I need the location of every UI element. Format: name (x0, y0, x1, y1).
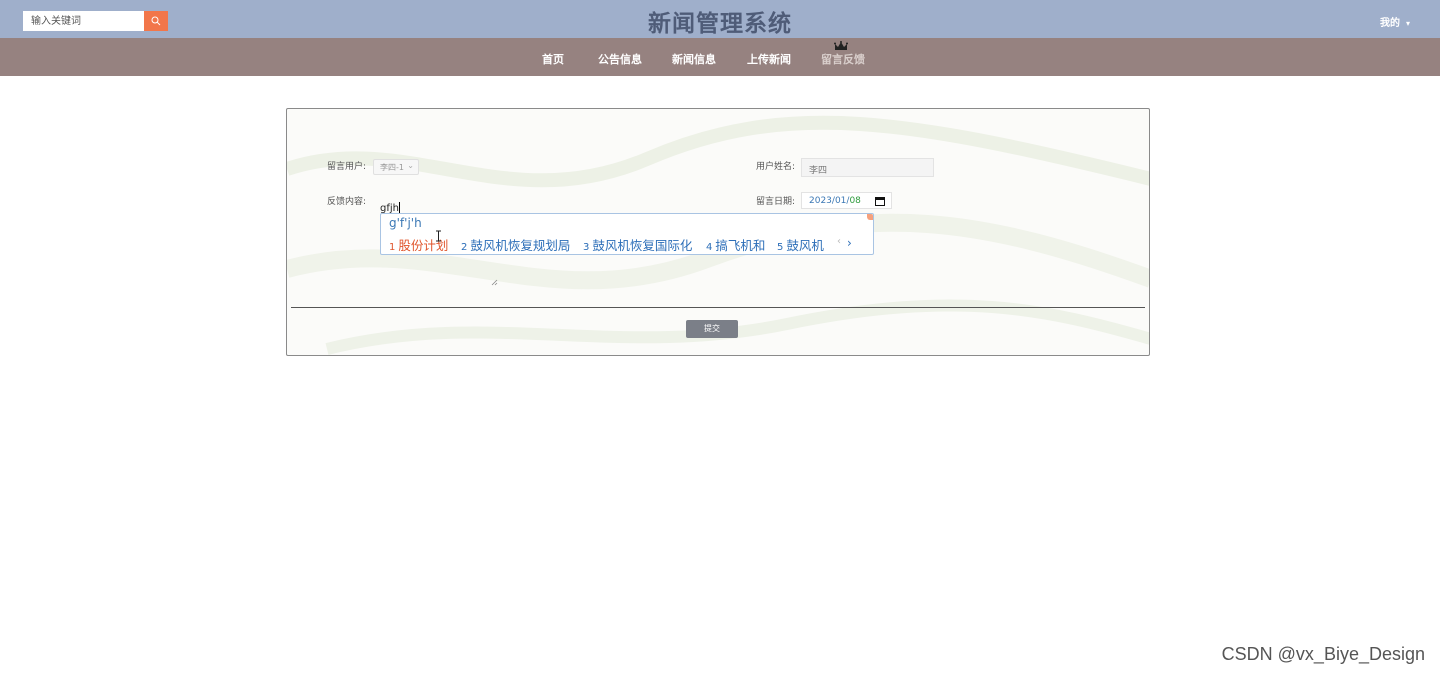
nav-item-feedback[interactable]: 留言反馈 (821, 51, 865, 67)
user-label: 留言用户: (327, 162, 367, 172)
top-header-bar: 新闻管理系统 我的 ▾ (0, 0, 1440, 38)
ime-candidate-number: 4 (706, 242, 713, 253)
name-field-value: 李四 (809, 166, 828, 176)
text-caret (398, 202, 400, 213)
ime-candidate-window: g'f'j'h 1 股份计划 2 鼓风机恢复规划局 3 鼓风机恢复国际化 4 搞飞机和 … (380, 213, 874, 255)
calendar-icon[interactable] (875, 196, 885, 206)
submit-button[interactable]: 提交 (686, 320, 738, 338)
ime-candidate-text: 鼓风机恢复规划局 (470, 238, 571, 253)
ime-next-page-icon[interactable]: › (847, 236, 852, 250)
site-title: 新闻管理系统 (648, 11, 792, 37)
ime-candidate-3[interactable]: 3 鼓风机恢复国际化 (583, 235, 692, 254)
ime-candidate-number: 5 (777, 242, 784, 253)
user-select[interactable]: 李四-1 ⌄ (373, 159, 419, 175)
ime-candidate-text: 鼓风机 (786, 238, 824, 253)
ime-candidate-text: 鼓风机恢复国际化 (592, 238, 693, 253)
watermark: CSDN @vx_Biye_Design (1221, 644, 1425, 664)
ime-candidate-4[interactable]: 4 搞飞机和 (706, 235, 765, 254)
content-label: 反馈内容: (327, 197, 367, 207)
form-divider (291, 307, 1145, 308)
ime-pinyin: g'f'j'h (389, 216, 422, 230)
user-menu[interactable]: 我的 ▾ (1380, 14, 1410, 29)
chevron-down-icon: ▾ (1405, 19, 1410, 28)
ime-candidate-2[interactable]: 2 鼓风机恢复规划局 (461, 235, 570, 254)
ime-prev-page-icon[interactable]: ‹ (837, 236, 841, 247)
chevron-down-icon: ⌄ (407, 161, 414, 170)
ime-candidate-number: 3 (583, 242, 590, 253)
name-label: 用户姓名: (756, 162, 796, 172)
ime-candidate-number: 1 (389, 242, 396, 253)
user-menu-label: 我的 (1379, 18, 1400, 29)
date-month: 01 (834, 196, 847, 206)
resize-grip-icon[interactable] (491, 279, 498, 286)
user-select-value: 李四-1 (380, 163, 404, 172)
date-input[interactable]: 2023/01/08 (801, 192, 892, 209)
ime-candidate-number: 2 (461, 242, 468, 253)
main-navbar: 首页 公告信息 新闻信息 上传新闻 留言反馈 (0, 38, 1440, 76)
text-cursor-icon (436, 230, 441, 242)
date-day: 08 (849, 196, 861, 206)
crown-icon (834, 41, 848, 50)
nav-item-announcements[interactable]: 公告信息 (598, 51, 642, 67)
ime-candidate-text: 搞飞机和 (715, 238, 766, 253)
nav-item-upload-news[interactable]: 上传新闻 (747, 51, 791, 67)
nav-item-home[interactable]: 首页 (542, 51, 564, 67)
ime-candidate-5[interactable]: 5 鼓风机 (777, 235, 824, 254)
ime-corner-marker (867, 214, 873, 220)
name-field[interactable]: 李四 (801, 158, 934, 177)
date-year: 2023 (809, 196, 832, 206)
date-label: 留言日期: (756, 197, 796, 207)
nav-item-news[interactable]: 新闻信息 (672, 51, 716, 67)
